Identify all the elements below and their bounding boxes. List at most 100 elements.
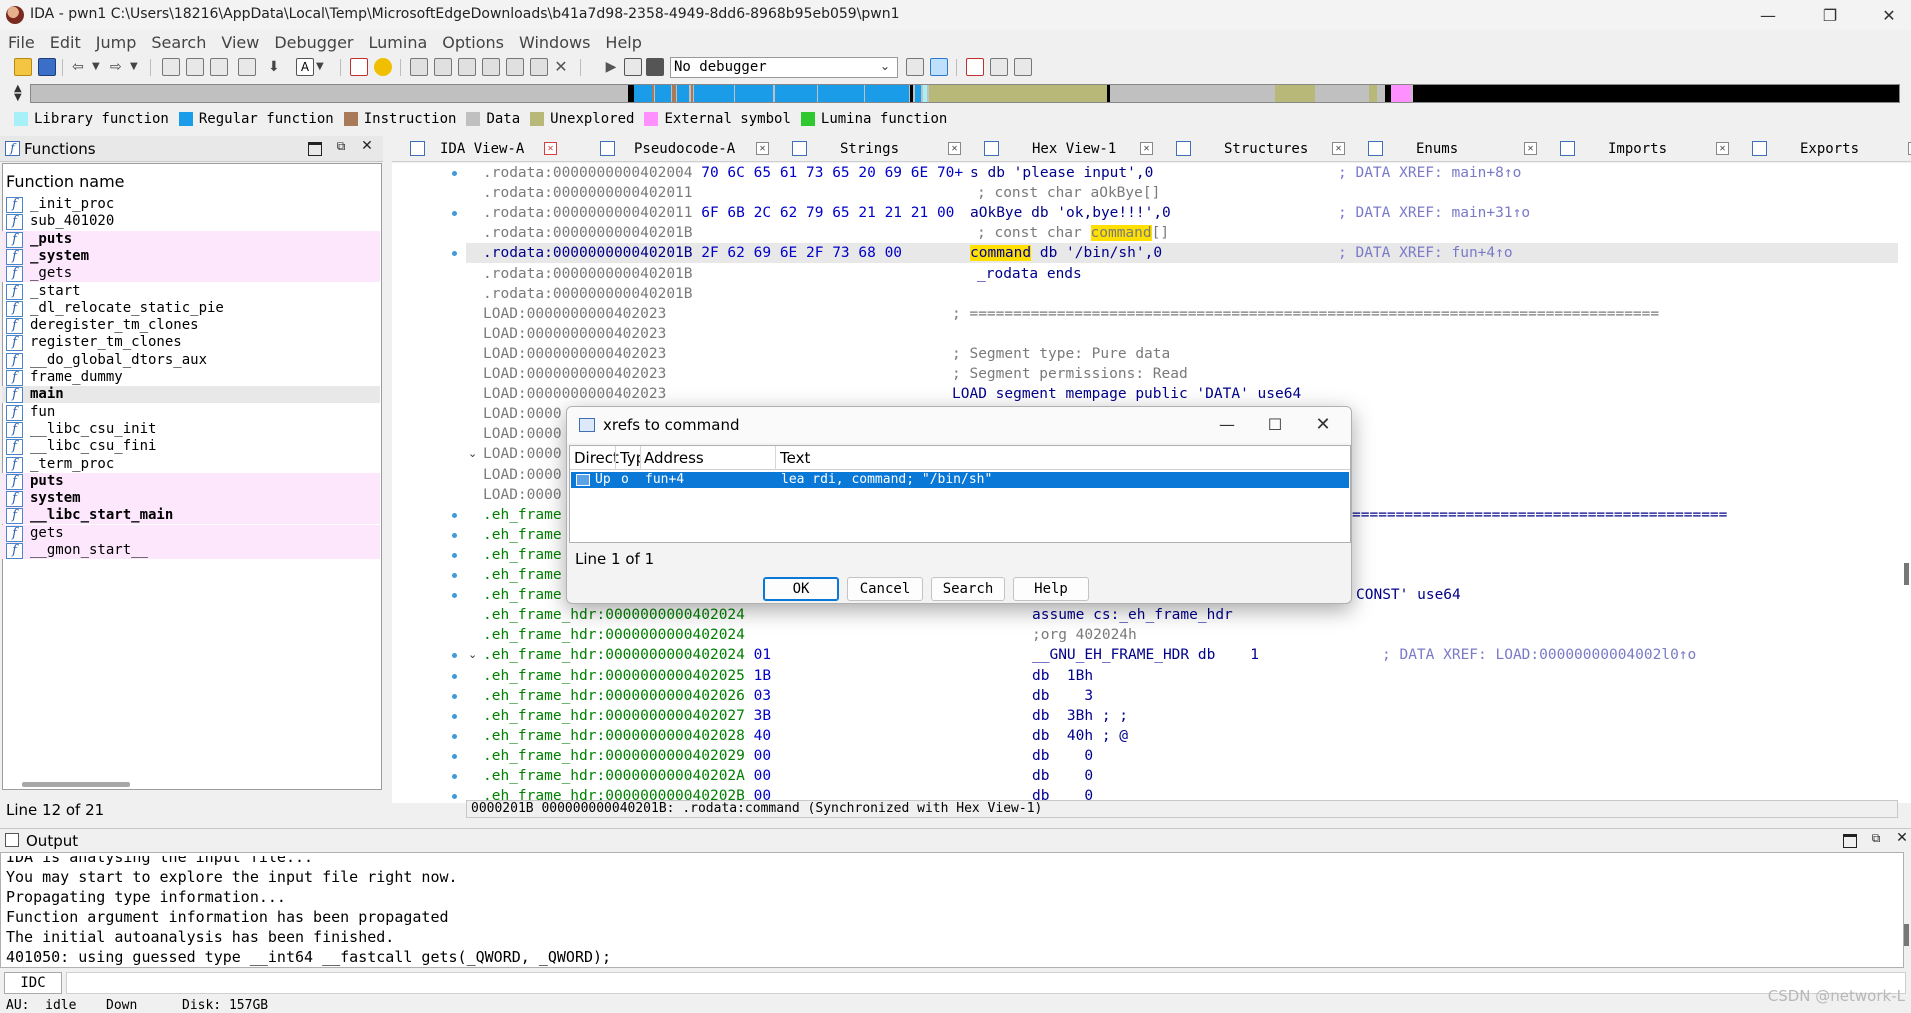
close-tab-icon[interactable]: ✕ — [948, 142, 961, 155]
disasm-line[interactable]: .eh_frame_hdr:000000000040202A 00 — [483, 766, 771, 786]
menu-help[interactable]: Help — [605, 33, 641, 52]
function-row[interactable]: f system — [2, 490, 380, 508]
menu-options[interactable]: Options — [442, 33, 504, 52]
disasm-line[interactable]: .eh_frame_hdr:0000000000402024 01 — [483, 645, 771, 665]
xref-comment[interactable]: ; DATA XREF: LOAD:00000000004002l0↑o — [1382, 645, 1696, 665]
menu-lumina[interactable]: Lumina — [369, 33, 428, 52]
close-window-button[interactable]: ✕ — [1866, 0, 1911, 30]
disasm-line[interactable]: LOAD:0000 — [483, 404, 562, 424]
dialog-close-button[interactable]: ✕ — [1303, 413, 1343, 437]
xref-comment[interactable]: ; DATA XREF: main+8↑o — [1338, 163, 1521, 183]
function-row[interactable]: f __libc_csu_fini — [2, 438, 380, 456]
back-dropdown-icon[interactable]: ▼ — [92, 58, 110, 76]
close-panel-icon[interactable]: ✕ — [1895, 831, 1909, 846]
function-row[interactable]: f _gets — [2, 265, 380, 283]
function-row[interactable]: f deregister_tm_clones — [2, 317, 380, 335]
column-separator[interactable] — [615, 446, 616, 470]
disasm-line[interactable]: .eh_frame — [483, 545, 562, 565]
disasm-line[interactable]: .rodata:0000000000402011 6F 6B 2C 62 79 … — [483, 203, 954, 223]
rename-icon[interactable] — [530, 58, 548, 76]
dialog-maximize-button[interactable]: ☐ — [1255, 413, 1295, 437]
menu-debugger[interactable]: Debugger — [274, 33, 353, 52]
debugger-select[interactable]: No debugger — [670, 57, 898, 78]
xref-comment[interactable]: ; DATA XREF: main+31↑o — [1338, 203, 1530, 223]
maximize-button[interactable]: ❐ — [1807, 0, 1853, 30]
vertical-scrollbar[interactable] — [1904, 924, 1909, 946]
vertical-scrollbar[interactable] — [1904, 563, 1909, 585]
make-string-icon[interactable] — [458, 58, 476, 76]
function-row[interactable]: f _system — [2, 247, 380, 265]
binary-search-icon[interactable] — [162, 58, 180, 76]
remove-breakpoint-icon[interactable] — [1014, 58, 1032, 76]
menu-jump[interactable]: Jump — [96, 33, 137, 52]
disasm-line[interactable]: .eh_frame_hdr:0000000000402026 03 — [483, 686, 771, 706]
minimize-button[interactable]: — — [1745, 0, 1791, 30]
column-separator[interactable] — [775, 446, 776, 470]
forward-arrow-icon[interactable]: ⇨ — [110, 58, 128, 76]
tab-pseudocode-a[interactable]: Pseudocode-A ✕ — [600, 136, 780, 162]
dialog-minimize-button[interactable]: — — [1207, 413, 1247, 437]
disasm-line[interactable]: LOAD:0000 — [483, 485, 562, 505]
make-data-icon[interactable] — [434, 58, 452, 76]
pause-icon[interactable] — [624, 58, 642, 76]
fold-chevron-icon[interactable]: ⌄ — [468, 648, 477, 661]
float-panel-icon[interactable]: ⧉ — [334, 140, 348, 154]
tab-ida-view-a[interactable]: IDA View-A ✕ — [410, 136, 590, 162]
disasm-line[interactable]: .rodata:000000000040201B — [483, 284, 693, 304]
function-row[interactable]: f main — [2, 386, 380, 404]
add-breakpoint-icon[interactable] — [990, 58, 1008, 76]
disasm-line[interactable]: .eh_frame — [483, 505, 562, 525]
maximize-panel-icon[interactable] — [1843, 834, 1857, 848]
lumina-icon[interactable] — [374, 58, 392, 76]
column-text[interactable]: Text — [780, 449, 810, 467]
tab-structures[interactable]: Structures ✕ — [1176, 136, 1356, 162]
disasm-line[interactable]: .eh_frame_hdr:0000000000402024 — [483, 605, 745, 625]
attach-process-icon[interactable] — [930, 58, 948, 76]
disasm-line[interactable]: LOAD:0000 — [483, 465, 562, 485]
column-separator[interactable] — [640, 446, 641, 470]
disasm-line[interactable]: .eh_frame — [483, 525, 562, 545]
help-button[interactable]: Help — [1013, 577, 1089, 601]
menu-search[interactable]: Search — [151, 33, 206, 52]
text-mode-icon[interactable]: A — [296, 58, 314, 76]
make-code-icon[interactable] — [410, 58, 428, 76]
highlighted-identifier[interactable]: command — [970, 245, 1032, 262]
tab-exports[interactable]: Exports✕ — [1752, 136, 1911, 162]
close-tab-icon[interactable]: ✕ — [1524, 142, 1537, 155]
xref-comment[interactable]: ; DATA XREF: fun+4↑o — [1338, 243, 1513, 263]
forward-dropdown-icon[interactable]: ▼ — [130, 58, 148, 76]
stop-icon[interactable] — [646, 58, 664, 76]
text-mode-dropdown-icon[interactable]: ▼ — [316, 58, 334, 76]
disasm-line[interactable]: .rodata:0000000000402011 — [483, 183, 693, 203]
tab-enums[interactable]: Enums ✕ — [1368, 136, 1548, 162]
disasm-line[interactable]: .rodata:000000000040201B — [483, 264, 693, 284]
start-debugger-icon[interactable]: ▶ — [602, 58, 620, 76]
function-row[interactable]: f __libc_start_main — [2, 507, 380, 525]
disasm-line[interactable]: .eh_frame_hdr:0000000000402029 00 — [483, 746, 771, 766]
ok-button[interactable]: OK — [763, 577, 839, 601]
disasm-line[interactable]: .eh_frame — [483, 585, 562, 605]
close-tab-icon[interactable]: ✕ — [1716, 142, 1729, 155]
disasm-line[interactable]: LOAD:0000000000402023 — [483, 364, 666, 384]
disasm-line[interactable]: LOAD:0000 — [483, 444, 562, 464]
menu-windows[interactable]: Windows — [519, 33, 590, 52]
disasm-line[interactable]: LOAD:0000000000402023 — [483, 384, 666, 404]
down-arrow-icon[interactable]: ⬇ — [268, 58, 286, 76]
save-icon[interactable] — [38, 58, 56, 76]
function-row[interactable]: f gets — [2, 524, 380, 542]
menu-edit[interactable]: Edit — [50, 33, 81, 52]
xref-row[interactable]: Up o fun+4 lea rdi, command; "/bin/sh" — [571, 472, 1349, 488]
disasm-line[interactable]: .eh_frame_hdr:0000000000402025 1B — [483, 666, 771, 686]
tab-hex-view-1[interactable]: Hex View-1 ✕ — [984, 136, 1164, 162]
navigation-band[interactable] — [30, 84, 1900, 103]
highlighted-identifier[interactable]: command — [1090, 225, 1152, 242]
back-arrow-icon[interactable]: ⇦ — [72, 58, 90, 76]
disasm-line[interactable]: .eh_frame_hdr:0000000000402024 — [483, 625, 745, 645]
search-button[interactable]: Search — [931, 577, 1005, 601]
column-type[interactable]: Typ — [620, 449, 640, 467]
function-row[interactable]: f _puts — [2, 230, 380, 248]
disasm-line[interactable]: .rodata:0000000000402004 70 6C 65 61 73 … — [483, 163, 963, 183]
make-array-icon[interactable] — [482, 58, 500, 76]
disasm-line[interactable]: LOAD:0000 — [483, 424, 562, 444]
function-row[interactable]: f _init_proc — [2, 196, 380, 213]
